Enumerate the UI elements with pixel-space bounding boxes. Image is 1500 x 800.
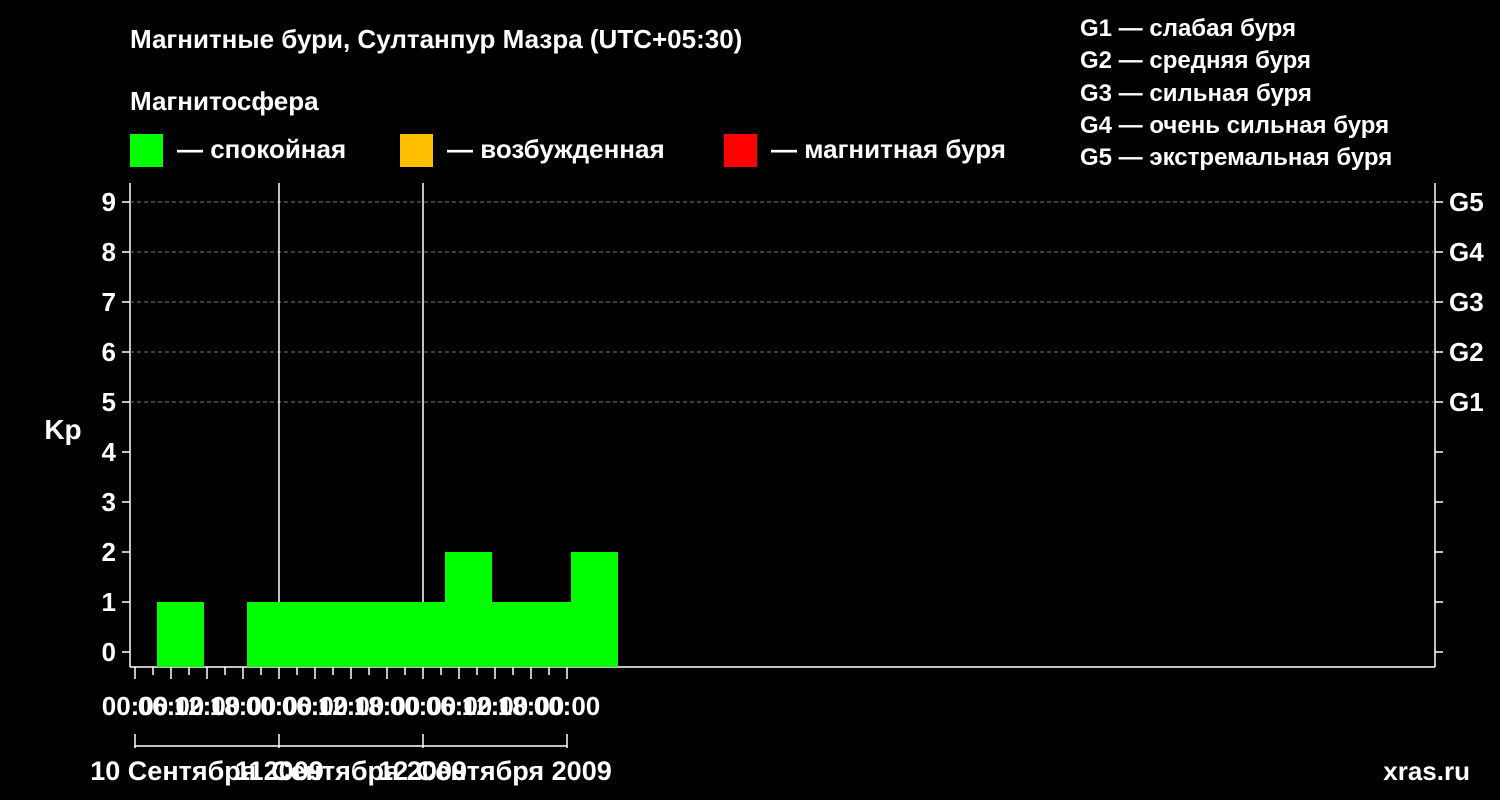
- kp-chart: 0123456789KpG1G2G3G4G500:0006:0012:0018:…: [44, 183, 1484, 786]
- kp-bar: [571, 552, 618, 667]
- y-tick-label: 0: [102, 637, 116, 667]
- x-tick-label: 00:00: [534, 691, 601, 721]
- y-tick-label: 7: [102, 287, 116, 317]
- y-axis-label: Kp: [44, 414, 81, 445]
- g-level-label: G3: [1449, 287, 1484, 317]
- g-level-label: G4: [1449, 237, 1484, 267]
- g-level-label: G5: [1449, 187, 1484, 217]
- kp-bar: [157, 602, 204, 667]
- y-tick-label: 2: [102, 537, 116, 567]
- y-tick-label: 9: [102, 187, 116, 217]
- day-label: 12 Сентября 2009: [378, 756, 611, 786]
- g-level-label: G2: [1449, 337, 1484, 367]
- y-tick-label: 5: [102, 387, 116, 417]
- y-tick-label: 3: [102, 487, 116, 517]
- g-level-label: G1: [1449, 387, 1484, 417]
- y-tick-label: 1: [102, 587, 116, 617]
- y-tick-label: 8: [102, 237, 116, 267]
- y-tick-label: 4: [102, 437, 117, 467]
- y-tick-label: 6: [102, 337, 116, 367]
- watermark: xras.ru: [1383, 756, 1470, 786]
